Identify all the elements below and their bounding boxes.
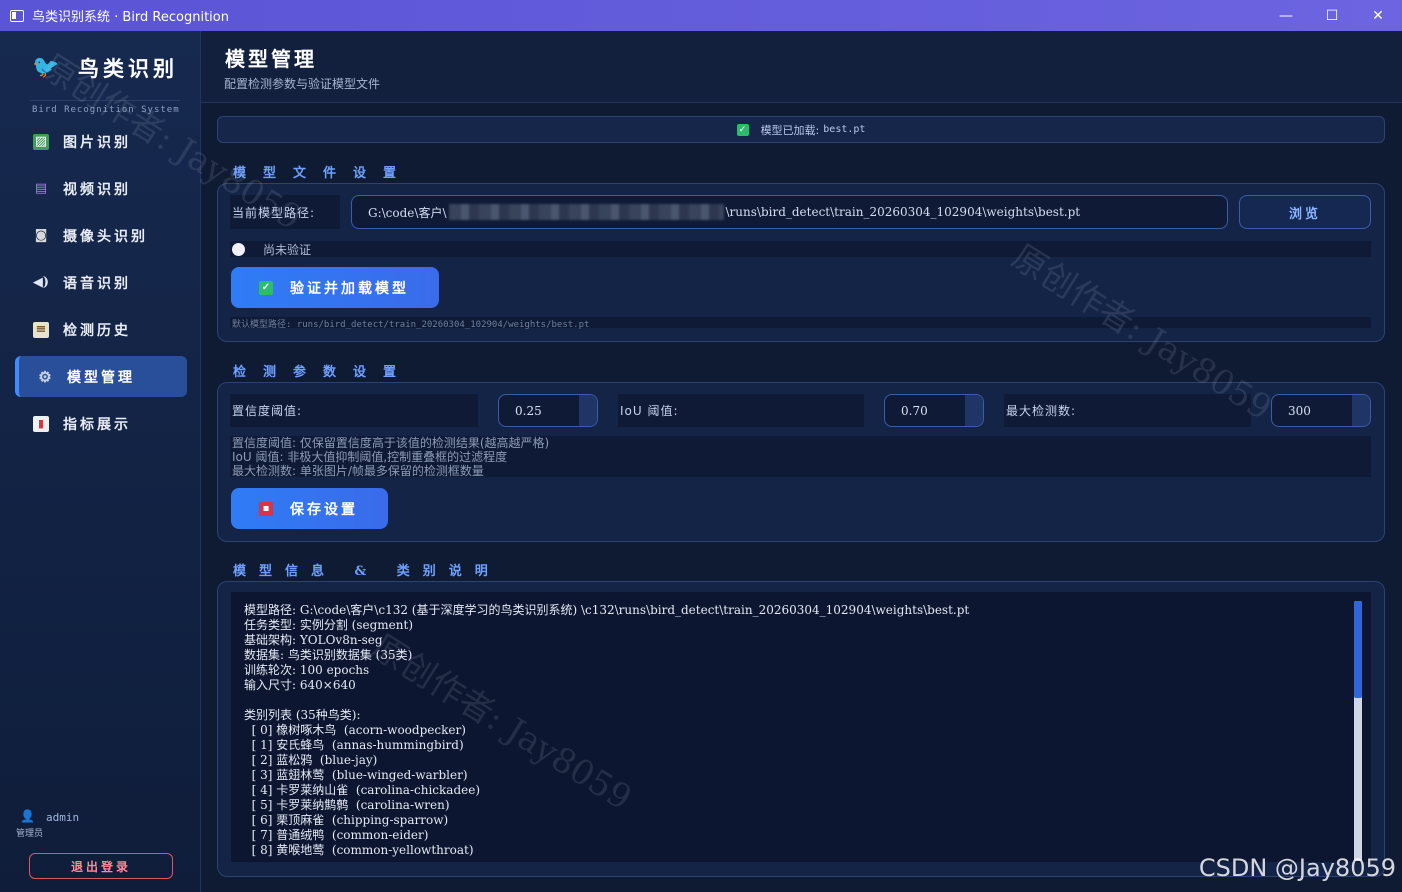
params-description: 置信度阈值: 仅保留置信度高于该值的检测结果(越高越严格) IoU 阈值: 非极… bbox=[230, 436, 1371, 478]
model-info-textarea[interactable]: 模型路径: G:\code\客户\c132 (基于深度学习的鸟类识别系统) \c… bbox=[231, 592, 1371, 862]
camera-icon: ◙ bbox=[34, 228, 48, 243]
spin-arrows-icon[interactable] bbox=[965, 395, 983, 426]
section-title-model-file: 模型文件设置 bbox=[233, 166, 414, 181]
sidebar-item-label: 视频识别 bbox=[63, 181, 131, 198]
save-settings-label: 保存设置 bbox=[290, 501, 358, 518]
verify-load-model-label: 验证并加载模型 bbox=[290, 280, 409, 297]
sidebar-item-label: 模型管理 bbox=[67, 369, 135, 386]
maximize-button[interactable]: ☐ bbox=[1309, 0, 1355, 31]
description-line: IoU 阈值: 非极大值抑制阈值,控制重叠框的过滤程度 bbox=[232, 450, 508, 464]
verify-status-row: 尚未验证 bbox=[230, 241, 1371, 257]
sidebar-item-detection-history[interactable]: ≡ 检测历史 bbox=[15, 309, 187, 350]
speaker-icon: ◀) bbox=[32, 275, 50, 290]
confidence-label: 置信度阈值: bbox=[230, 394, 478, 427]
sidebar-item-video-recognition[interactable]: ▤ 视频识别 bbox=[15, 168, 187, 209]
csdn-watermark: CSDN @Jay8059 bbox=[1198, 854, 1396, 882]
scrollbar-thumb[interactable] bbox=[1354, 601, 1362, 698]
sidebar-nav: ▨ 图片识别 ▤ 视频识别 ◙ 摄像头识别 ◀) 语音识别 ≡ 检测历史 ⚙ 模… bbox=[15, 121, 187, 450]
page-title: 模型管理 bbox=[225, 47, 317, 71]
window-title: 鸟类识别系统 · Bird Recognition bbox=[32, 10, 229, 25]
model-path-label: 当前模型路径: bbox=[230, 195, 340, 229]
max-detections-spinbox[interactable]: 300 bbox=[1271, 394, 1371, 427]
model-path-input[interactable]: G:\code\客户\ \runs\bird_detect\train_20260… bbox=[351, 195, 1228, 229]
sidebar-item-label: 检测历史 bbox=[63, 322, 131, 339]
user-icon: 👤 bbox=[20, 809, 35, 823]
sidebar-item-label: 图片识别 bbox=[63, 134, 131, 151]
default-path-hint: 默认模型路径: runs/bird_detect/train_20260304_… bbox=[230, 317, 1371, 330]
max-detections-label: 最大检测数: bbox=[1004, 394, 1251, 427]
sidebar-item-metrics[interactable]: ▮ 指标展示 bbox=[15, 403, 187, 444]
image-icon: ▨ bbox=[33, 133, 49, 150]
spin-arrows-icon[interactable] bbox=[1352, 395, 1370, 426]
model-status-banner: ✓ 模型已加载: best.pt bbox=[217, 116, 1385, 143]
confidence-spinbox[interactable]: 0.25 bbox=[498, 394, 598, 427]
sidebar-item-image-recognition[interactable]: ▨ 图片识别 bbox=[15, 121, 187, 162]
spin-arrows-icon[interactable] bbox=[579, 395, 597, 426]
logout-button[interactable]: 退出登录 bbox=[29, 853, 173, 879]
redacted-path-segment bbox=[448, 204, 724, 220]
sidebar-item-model-management[interactable]: ⚙ 模型管理 bbox=[15, 356, 187, 397]
iou-value: 0.70 bbox=[901, 403, 928, 418]
section-title-detect-params: 检测参数设置 bbox=[233, 365, 414, 380]
sidebar-item-label: 语音识别 bbox=[63, 275, 131, 292]
sidebar-item-label: 指标展示 bbox=[63, 416, 131, 433]
app-icon bbox=[10, 9, 24, 22]
description-line: 最大检测数: 单张图片/帧最多保留的检测框数量 bbox=[232, 464, 484, 478]
floppy-disk-icon: ▪ bbox=[259, 501, 273, 516]
gear-icon: ⚙ bbox=[38, 367, 52, 386]
browse-button[interactable]: 浏览 bbox=[1239, 195, 1371, 229]
model-info-text: 模型路径: G:\code\客户\c132 (基于深度学习的鸟类识别系统) \c… bbox=[244, 603, 970, 857]
sidebar: 🐦 鸟类识别 Bird Recognition System ▨ 图片识别 ▤ … bbox=[0, 31, 201, 892]
check-icon: ✓ bbox=[736, 123, 749, 136]
verify-status-text: 尚未验证 bbox=[263, 242, 312, 257]
save-settings-button[interactable]: ▪ 保存设置 bbox=[231, 488, 388, 529]
bar-chart-icon: ▮ bbox=[33, 415, 49, 432]
verify-load-model-button[interactable]: ✓ 验证并加载模型 bbox=[231, 267, 439, 308]
user-role: 管理员 bbox=[16, 829, 44, 839]
logo-subtitle: Bird Recognition System bbox=[32, 105, 180, 115]
iou-spinbox[interactable]: 0.70 bbox=[884, 394, 984, 427]
film-icon: ▤ bbox=[34, 181, 48, 196]
status-filename: best.pt bbox=[823, 124, 866, 135]
sidebar-item-label: 摄像头识别 bbox=[63, 228, 148, 245]
close-button[interactable]: ✕ bbox=[1355, 0, 1401, 31]
iou-label: IoU 阈值: bbox=[618, 394, 864, 427]
max-detections-value: 300 bbox=[1288, 403, 1311, 418]
divider bbox=[30, 100, 180, 101]
section-title-model-info: 模型信息 & 类别说明 bbox=[233, 564, 501, 579]
check-icon: ✓ bbox=[259, 280, 273, 295]
confidence-value: 0.25 bbox=[515, 403, 542, 418]
model-path-end: \runs\bird_detect\train_20260304_102904\… bbox=[725, 205, 1081, 219]
status-indicator-icon bbox=[232, 242, 245, 256]
user-info: 👤 admin 管理员 bbox=[16, 809, 80, 839]
title-bar: 鸟类识别系统 · Bird Recognition — ☐ ✕ bbox=[0, 0, 1402, 31]
clipboard-icon: ≡ bbox=[33, 321, 49, 338]
status-text: 模型已加载: bbox=[760, 123, 820, 137]
user-name: admin bbox=[46, 811, 80, 824]
sidebar-item-camera-recognition[interactable]: ◙ 摄像头识别 bbox=[15, 215, 187, 256]
minimize-button[interactable]: — bbox=[1263, 0, 1309, 31]
logo-title: 鸟类识别 bbox=[78, 56, 178, 81]
page-header: 模型管理 配置检测参数与验证模型文件 bbox=[201, 31, 1402, 103]
bird-icon: 🐦 bbox=[32, 55, 60, 80]
model-path-start: G:\code\客户\ bbox=[368, 205, 447, 220]
sidebar-item-voice-recognition[interactable]: ◀) 语音识别 bbox=[15, 262, 187, 303]
page-subtitle: 配置检测参数与验证模型文件 bbox=[224, 77, 381, 91]
description-line: 置信度阈值: 仅保留置信度高于该值的检测结果(越高越严格) bbox=[232, 436, 550, 450]
